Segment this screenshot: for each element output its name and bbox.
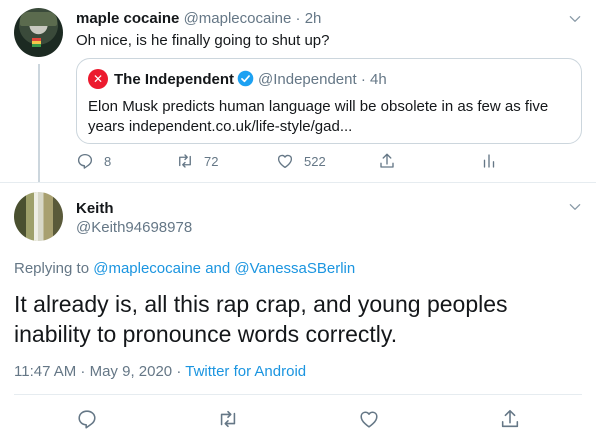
quoted-tweet-header: The Independent @Independent · 4h bbox=[114, 70, 387, 89]
avatar[interactable] bbox=[14, 192, 63, 241]
quoted-display-name: The Independent bbox=[114, 71, 234, 88]
heart-icon bbox=[277, 154, 293, 169]
user-handle[interactable]: @Keith94698978 bbox=[76, 218, 192, 237]
heart-icon bbox=[360, 411, 378, 428]
mention-link-vanessasberlin[interactable]: @VanessaSBerlin bbox=[234, 260, 355, 277]
avatar-flag-shape bbox=[32, 38, 41, 47]
divider bbox=[14, 394, 582, 395]
display-name[interactable]: Keith bbox=[76, 199, 114, 218]
analytics-icon bbox=[483, 154, 495, 168]
user-handle[interactable]: @maplecocaine bbox=[184, 10, 292, 27]
parent-tweet-actions: 8 72 522 bbox=[76, 152, 516, 174]
share-icon bbox=[380, 153, 394, 168]
like-button[interactable] bbox=[358, 408, 380, 435]
parent-tweet-header: maple cocaine @maplecocaine · 2h bbox=[76, 9, 321, 28]
separator: · bbox=[176, 363, 182, 380]
replying-to-line: Replying to @maplecocaine and @VanessaSB… bbox=[14, 259, 355, 278]
share-button[interactable] bbox=[499, 408, 521, 435]
reply-icon bbox=[77, 153, 93, 169]
separator: · bbox=[360, 71, 366, 88]
reply-button[interactable]: 8 bbox=[76, 152, 111, 170]
avatar-cap-shape bbox=[20, 12, 57, 26]
display-name[interactable]: maple cocaine bbox=[76, 10, 179, 27]
tweet-timestamp[interactable]: 11:47 AM · May 9, 2020 bbox=[14, 363, 172, 380]
quoted-user-handle: @Independent bbox=[258, 71, 357, 88]
avatar[interactable] bbox=[14, 8, 63, 57]
retweet-button[interactable]: 72 bbox=[176, 152, 218, 170]
independent-logo-icon: ✕ bbox=[88, 69, 108, 89]
like-button[interactable]: 522 bbox=[276, 152, 326, 170]
reply-button[interactable] bbox=[76, 408, 98, 435]
tweet-text: It already is, all this rap crap, and yo… bbox=[14, 291, 508, 347]
quoted-tweet-card[interactable]: ✕ The Independent @Independent · 4h Elon … bbox=[76, 58, 582, 144]
retweet-count: 72 bbox=[204, 153, 219, 169]
retweet-icon bbox=[220, 410, 236, 428]
replying-and[interactable]: and bbox=[205, 260, 230, 277]
tweet-source-link[interactable]: Twitter for Android bbox=[185, 363, 306, 380]
tweet-meta: 11:47 AM · May 9, 2020 · Twitter for And… bbox=[14, 362, 306, 381]
chevron-down-icon[interactable] bbox=[568, 12, 582, 26]
analytics-button[interactable] bbox=[480, 152, 498, 170]
main-tweet-actions bbox=[14, 408, 582, 432]
mention-link-maplecocaine[interactable]: @maplecocaine bbox=[93, 260, 201, 277]
thread-connector-line bbox=[38, 64, 40, 182]
separator: · bbox=[295, 10, 301, 27]
share-button[interactable] bbox=[378, 152, 396, 170]
divider bbox=[0, 182, 596, 183]
avatar-stripe-shape bbox=[34, 192, 38, 241]
reply-icon bbox=[78, 410, 96, 429]
share-icon bbox=[501, 409, 519, 428]
chevron-down-icon[interactable] bbox=[568, 200, 582, 214]
verified-badge-icon bbox=[237, 70, 254, 87]
retweet-button[interactable] bbox=[217, 408, 239, 435]
reply-count: 8 bbox=[104, 153, 112, 169]
quoted-tweet-text: Elon Musk predicts human language will b… bbox=[88, 98, 549, 135]
timestamp[interactable]: 2h bbox=[305, 10, 322, 27]
replying-to-label: Replying to bbox=[14, 260, 90, 277]
quoted-timestamp: 4h bbox=[370, 71, 387, 88]
retweet-icon bbox=[179, 154, 191, 168]
like-count: 522 bbox=[304, 153, 326, 169]
tweet-text: Oh nice, is he finally going to shut up? bbox=[76, 32, 330, 49]
